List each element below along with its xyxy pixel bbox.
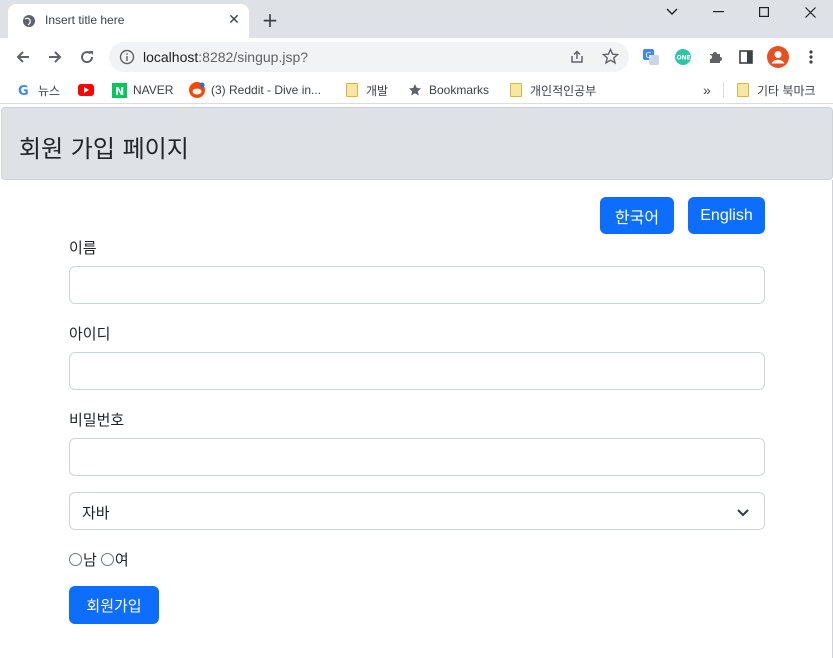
bookmark-label: (3) Reddit - Dive in... [211,83,322,97]
select-value: 자바 [82,504,110,522]
gender-radio-group: 남 여 [69,549,129,570]
bookmark-reddit[interactable]: (3) Reddit - Dive in... [189,81,321,99]
female-radio-label: 여 [114,551,129,569]
page-header: 회원 가입 페이지 [1,107,833,180]
folder-icon [508,82,524,98]
bookmark-label: 뉴스 [38,83,61,98]
page-title: 회원 가입 페이지 [19,135,189,163]
tab-close-icon[interactable]: ✕ [227,13,241,27]
minimize-icon[interactable] [695,0,741,24]
menu-kebab-icon[interactable] [800,46,822,68]
star-icon [407,82,423,98]
chevron-down-icon [736,505,750,519]
svg-text:G: G [646,51,652,60]
url-host: localhost [143,49,199,65]
browser-tab[interactable]: Insert title here ✕ [8,4,249,38]
password-input[interactable] [69,438,765,476]
bookmark-label: 기타 북마크 [757,83,816,98]
male-radio-label: 남 [83,551,97,569]
tab-title: Insert title here [45,13,125,27]
extensions-puzzle-icon[interactable] [704,46,726,68]
bookmark-label: NAVER [133,83,174,97]
profile-avatar[interactable] [767,46,789,68]
youtube-icon [78,82,94,98]
google-icon: G [16,82,32,98]
new-tab-button[interactable]: + [260,10,280,30]
signup-submit-button[interactable]: 회원가입 [69,586,159,624]
svg-text:ONE: ONE [677,55,691,62]
globe-icon [22,14,36,28]
folder-icon [735,82,751,98]
svg-text:N: N [115,85,124,98]
password-label: 비밀번호 [69,411,125,429]
url-path: :8282/singup.jsp? [198,49,309,65]
reload-icon[interactable] [76,46,98,68]
tab-strip: Insert title here ✕ + [0,0,833,38]
korean-language-button[interactable]: 한국어 [600,197,674,234]
bookmark-label: 개인적인공부 [530,83,597,98]
female-radio[interactable] [100,553,114,566]
english-language-button[interactable]: English [688,197,765,234]
reddit-icon [189,82,205,98]
site-info-icon[interactable] [119,49,135,65]
bookmark-label: Bookmarks [429,83,490,97]
one-extension-icon[interactable]: ONE [672,46,694,68]
bookmark-label: 개발 [366,83,389,98]
side-panel-icon[interactable] [735,46,757,68]
bookmark-news[interactable]: G 뉴스 [16,81,60,99]
bookmark-folder-other[interactable]: 기타 북마크 [735,81,816,99]
address-bar[interactable]: localhost:8282/singup.jsp? [109,42,629,72]
browser-toolbar: localhost:8282/singup.jsp? G ONE [0,38,833,76]
bookmarks-overflow-button[interactable]: » [703,81,711,99]
forward-arrow-icon[interactable] [44,46,66,68]
bookmark-folder-study[interactable]: 개인적인공부 [508,81,596,99]
male-radio[interactable] [69,553,82,566]
name-input[interactable] [69,266,765,304]
bookmarks-bar: G 뉴스 N NAVER (3) Reddit - Dive in... 개발 … [0,76,833,104]
bookmark-folder-dev[interactable]: 개발 [344,81,388,99]
id-input[interactable] [69,352,765,390]
folder-icon [344,82,360,98]
language-select[interactable]: 자바 [69,492,765,530]
tab-search-chevron-icon[interactable] [649,0,695,24]
maximize-icon[interactable] [741,0,787,24]
bookmarks-divider [723,82,724,98]
url-text: localhost:8282/singup.jsp? [143,49,308,65]
bookmark-star-icon[interactable] [601,47,620,68]
share-icon[interactable] [569,49,585,68]
bookmark-naver[interactable]: N NAVER [111,81,173,99]
id-label: 아이디 [69,325,111,343]
back-arrow-icon[interactable] [12,46,34,68]
bookmark-bookmarks[interactable]: Bookmarks [407,81,489,99]
window-close-icon[interactable] [787,0,833,24]
translate-extension-icon[interactable]: G [640,46,662,68]
svg-text:G: G [18,84,29,97]
bookmark-youtube[interactable] [78,81,100,99]
naver-icon: N [111,82,127,98]
name-label: 이름 [69,239,97,257]
